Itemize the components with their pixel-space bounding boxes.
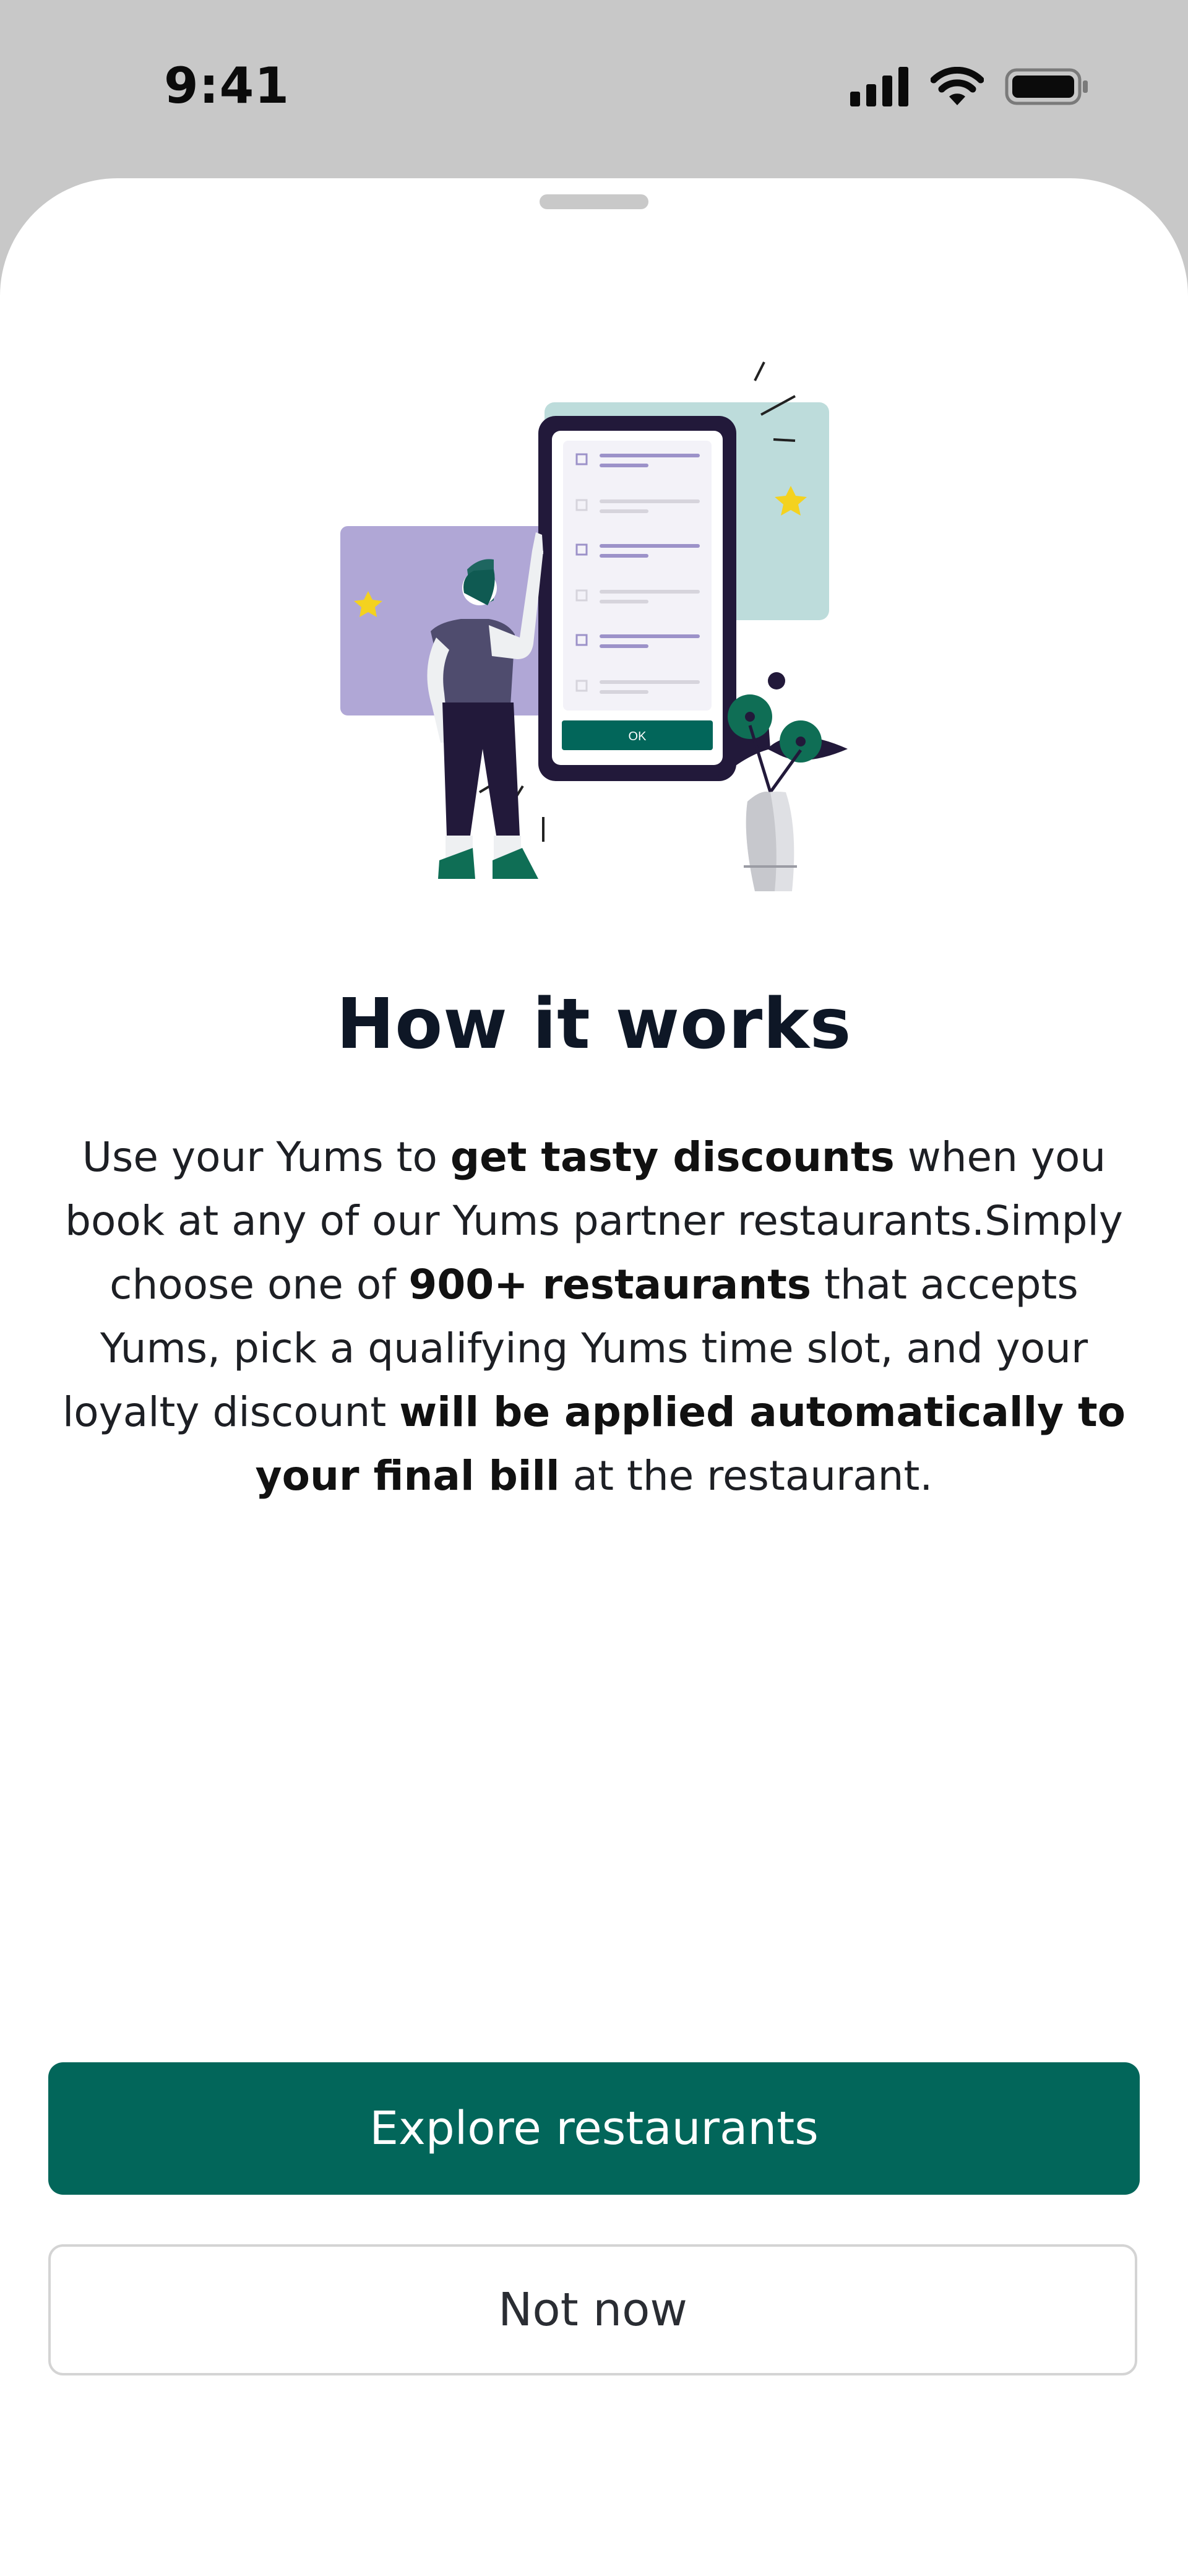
description-part: Use your Yums to: [82, 1133, 450, 1181]
description-part: at the restaurant.: [559, 1452, 933, 1500]
description-part-bold: get tasty discounts: [450, 1133, 895, 1181]
phone-ok-label: OK: [629, 730, 647, 743]
explore-restaurants-button[interactable]: Explore restaurants: [48, 2062, 1140, 2195]
status-bar: 9:41: [0, 0, 1188, 173]
wifi-icon: [931, 67, 984, 105]
page-title: How it works: [336, 984, 852, 1065]
description-text: Use your Yums to get tasty discounts whe…: [43, 1125, 1145, 1508]
cellular-signal-icon: [850, 67, 908, 106]
status-time: 9:41: [164, 57, 290, 115]
not-now-button[interactable]: Not now: [48, 2244, 1137, 2375]
status-icons: [850, 67, 1089, 106]
battery-icon: [1005, 68, 1088, 105]
description-part-bold: 900+ restaurants: [408, 1261, 812, 1308]
sheet-grabber-handle[interactable]: [540, 194, 648, 209]
how-it-works-illustration: OK: [340, 361, 848, 891]
